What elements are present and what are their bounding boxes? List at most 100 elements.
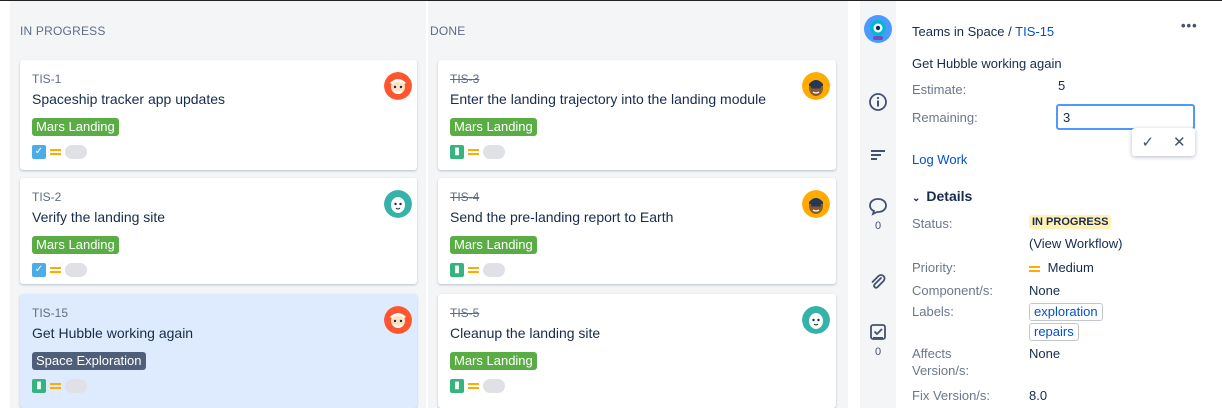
issue-summary: Get Hubble working again <box>32 325 194 341</box>
issue-card-tis-5[interactable]: TIS-5 Cleanup the landing site Mars Land… <box>438 294 836 408</box>
issue-card-tis-15[interactable]: TIS-15 Get Hubble working again Space Ex… <box>20 294 417 408</box>
bookmark-icon: ▮ <box>450 145 464 159</box>
card-footer: ▮ <box>450 378 505 394</box>
issue-card-tis-4[interactable]: TIS-4 Send the pre-landing report to Ear… <box>438 178 836 284</box>
card-footer: ✓ <box>32 262 87 278</box>
chevron-down-icon: ⌄ <box>912 193 921 204</box>
details-header-label: Details <box>926 188 973 204</box>
card-footer: ▮ <box>450 262 505 278</box>
issue-key: TIS-2 <box>32 190 62 204</box>
avatar[interactable] <box>802 72 830 100</box>
details-section-header[interactable]: ⌄ Details <box>912 188 972 204</box>
checkbox-icon: ✓ <box>32 145 46 159</box>
column-header: IN PROGRESS <box>20 24 106 38</box>
estimate-pill <box>483 145 505 159</box>
comments-icon[interactable]: 0 <box>860 196 896 232</box>
bookmark-icon: ▮ <box>450 379 464 393</box>
avatar[interactable] <box>384 306 412 334</box>
more-actions-icon[interactable]: ••• <box>1181 18 1198 33</box>
estimate-pill <box>483 379 505 393</box>
breadcrumb-separator: / <box>1008 24 1012 39</box>
issue-card-tis-3[interactable]: TIS-3 Enter the landing trajectory into … <box>438 60 836 170</box>
components-label: Component/s: <box>912 283 993 298</box>
attachment-icon[interactable] <box>860 272 896 295</box>
affects-label: Affects Version/s: <box>912 346 969 378</box>
checkbox-icon: ✓ <box>32 263 46 277</box>
priority-medium-icon <box>468 381 479 391</box>
label-chip[interactable]: repairs <box>1029 323 1079 341</box>
epic-label[interactable]: Mars Landing <box>450 118 537 136</box>
label-chip[interactable]: exploration <box>1029 303 1103 321</box>
card-footer: ▮ <box>32 378 87 394</box>
components-value[interactable]: None <box>1029 283 1060 298</box>
labels-label: Labels: <box>912 304 954 319</box>
issue-key: TIS-3 <box>450 72 480 86</box>
epic-label[interactable]: Mars Landing <box>450 352 537 370</box>
affects-label-line: Version/s: <box>912 363 970 378</box>
priority-value[interactable]: Medium <box>1029 260 1094 275</box>
issue-summary: Send the pre-landing report to Earth <box>450 209 674 225</box>
issue-detail-panel: Teams in Space / TIS-15 ••• Get Hubble w… <box>896 0 1222 408</box>
issue-key: TIS-5 <box>450 306 480 320</box>
project-avatar[interactable] <box>860 14 896 47</box>
view-workflow-link[interactable]: (View Workflow) <box>1029 236 1122 251</box>
avatar[interactable] <box>802 306 830 334</box>
remaining-label: Remaining: <box>912 110 978 125</box>
issue-summary: Cleanup the landing site <box>450 325 601 341</box>
priority-medium-icon <box>50 265 61 275</box>
fix-version-label: Fix Version/s: <box>912 388 991 403</box>
status-label: Status: <box>912 216 953 231</box>
description-icon[interactable] <box>860 145 896 168</box>
info-icon[interactable] <box>860 92 896 115</box>
estimate-pill <box>65 145 87 159</box>
priority-text: Medium <box>1047 260 1094 275</box>
card-footer: ▮ <box>450 144 505 160</box>
priority-medium-icon <box>50 381 61 391</box>
avatar[interactable] <box>384 72 412 100</box>
avatar[interactable] <box>384 190 412 218</box>
issue-summary: Verify the landing site <box>32 209 166 225</box>
issue-card-tis-1[interactable]: TIS-1 Spaceship tracker app updates Mars… <box>20 60 417 170</box>
checklist-count: 0 <box>874 346 882 358</box>
issue-key: TIS-1 <box>32 72 62 86</box>
status-badge[interactable]: IN PROGRESS <box>1029 215 1112 229</box>
priority-medium-icon <box>50 147 61 157</box>
fix-version-value[interactable]: 8.0 <box>1029 388 1047 403</box>
priority-medium-icon <box>1029 264 1040 274</box>
breadcrumb-project[interactable]: Teams in Space <box>912 24 1005 39</box>
epic-label[interactable]: Mars Landing <box>32 236 119 254</box>
inline-edit-actions: ✓ ✕ <box>1132 128 1195 156</box>
estimate-pill <box>65 263 87 277</box>
epic-label[interactable]: Mars Landing <box>32 118 119 136</box>
top-border <box>0 0 1222 1</box>
estimate-label: Estimate: <box>912 82 967 97</box>
priority-medium-icon <box>468 265 479 275</box>
remaining-input[interactable] <box>1056 104 1195 130</box>
confirm-check-icon[interactable]: ✓ <box>1132 128 1164 156</box>
column-in-progress: IN PROGRESS TIS-1 Spaceship tracker app … <box>10 0 426 408</box>
issue-card-tis-2[interactable]: TIS-2 Verify the landing site Mars Landi… <box>20 178 417 284</box>
card-footer: ✓ <box>32 144 87 160</box>
breadcrumb-issue-key[interactable]: TIS-15 <box>1015 24 1054 39</box>
priority-label: Priority: <box>912 260 957 275</box>
detail-side-rail: 0 0 <box>860 0 896 408</box>
column-header: DONE <box>430 24 466 38</box>
column-done: DONE TIS-3 Enter the landing trajectory … <box>428 0 848 408</box>
cancel-close-icon[interactable]: ✕ <box>1164 128 1196 156</box>
affects-value[interactable]: None <box>1029 346 1060 361</box>
breadcrumb: Teams in Space / TIS-15 <box>912 24 1054 39</box>
issue-key: TIS-15 <box>32 306 69 320</box>
issue-summary-title[interactable]: Get Hubble working again <box>912 56 1062 71</box>
issue-key: TIS-4 <box>450 190 480 204</box>
estimate-pill <box>65 379 87 393</box>
estimate-value[interactable]: 5 <box>1058 78 1065 93</box>
issue-summary: Enter the landing trajectory into the la… <box>450 91 766 107</box>
bookmark-icon: ▮ <box>32 379 46 393</box>
log-work-link[interactable]: Log Work <box>912 152 967 167</box>
checklist-icon[interactable]: 0 <box>860 322 896 358</box>
epic-label[interactable]: Mars Landing <box>450 236 537 254</box>
priority-medium-icon <box>468 147 479 157</box>
epic-label[interactable]: Space Exploration <box>32 352 146 370</box>
comments-count: 0 <box>874 220 882 232</box>
avatar[interactable] <box>802 190 830 218</box>
